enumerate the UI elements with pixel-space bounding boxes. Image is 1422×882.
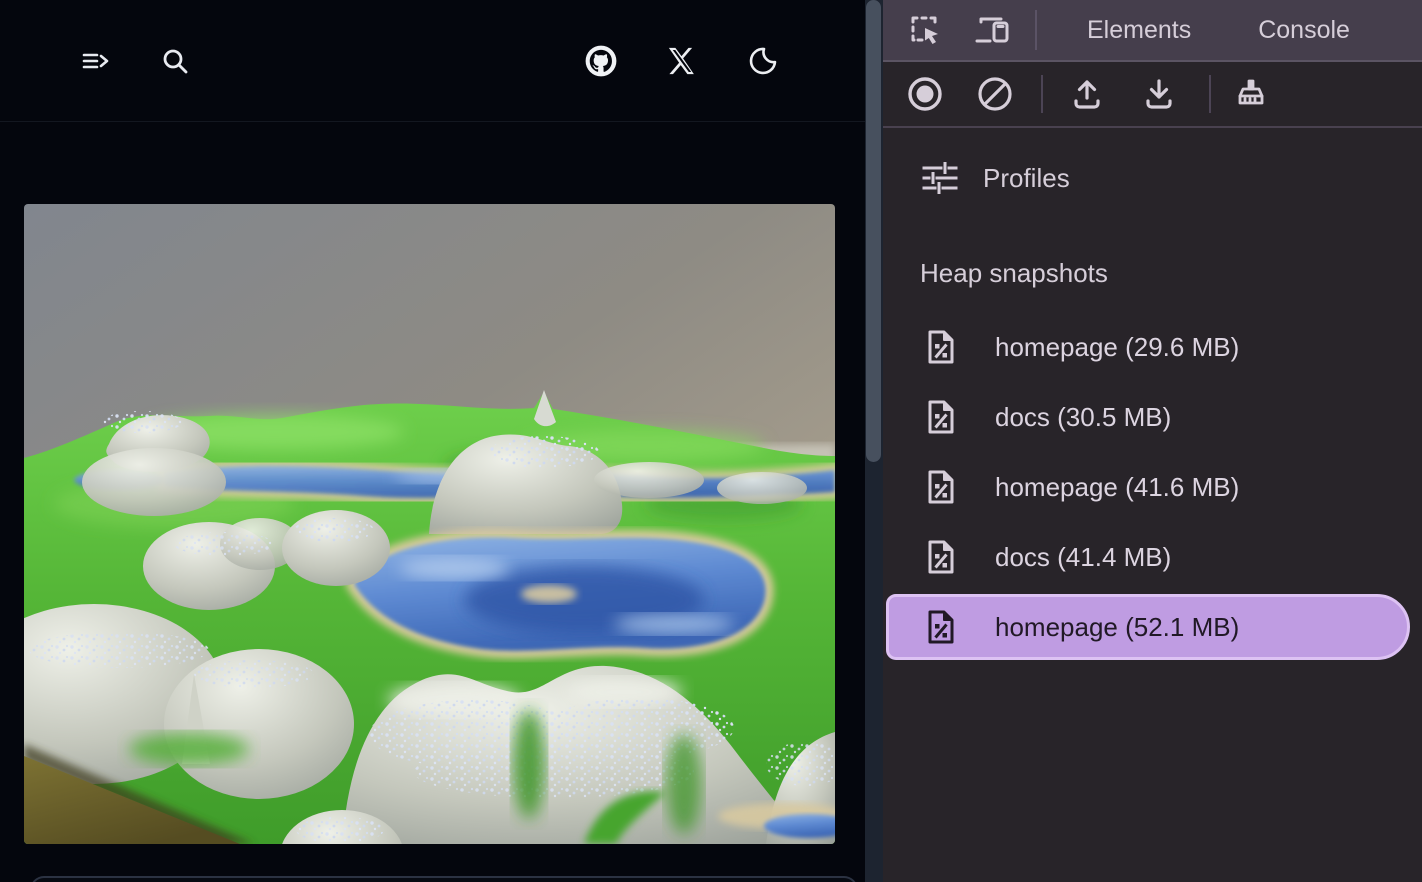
snapshot-label: docs (30.5 MB) <box>995 402 1171 433</box>
sidebar-item-profiles[interactable]: Profiles <box>883 150 1422 206</box>
heap-snapshot-row[interactable]: docs (30.5 MB) <box>883 382 1422 452</box>
code-block-card-top <box>30 876 858 882</box>
heap-snapshot-row[interactable]: homepage (29.6 MB) <box>883 312 1422 382</box>
page-top-nav <box>0 0 883 122</box>
snapshot-label: docs (41.4 MB) <box>995 542 1171 573</box>
github-icon[interactable] <box>584 44 618 78</box>
snapshot-file-icon <box>925 469 957 505</box>
snapshot-file-icon <box>925 329 957 365</box>
profiles-label: Profiles <box>983 163 1070 194</box>
devtools-tabbar: Elements Console <box>883 0 1422 62</box>
sidebar-menu-icon[interactable] <box>79 44 113 78</box>
tab-console[interactable]: Console <box>1258 16 1350 45</box>
heap-snapshot-list: homepage (29.6 MB) docs (30.5 MB) <box>883 312 1422 662</box>
terrain-3d-render <box>24 204 835 844</box>
clean-brush-icon[interactable] <box>1231 74 1271 114</box>
terrain-lake <box>354 537 766 650</box>
search-icon[interactable] <box>158 44 192 78</box>
web-page <box>0 0 883 882</box>
heap-snapshots-heading: Heap snapshots <box>920 258 1108 289</box>
page-scrollbar-thumb[interactable] <box>866 0 881 462</box>
terrain-illustration <box>24 204 835 844</box>
clear-icon[interactable] <box>975 74 1015 114</box>
screen: Elements Console <box>0 0 1422 882</box>
device-toolbar-icon[interactable] <box>973 10 1013 50</box>
snapshot-label: homepage (29.6 MB) <box>995 332 1239 363</box>
devtools-panel: Elements Console <box>883 0 1422 882</box>
dark-mode-moon-icon[interactable] <box>746 44 780 78</box>
tab-elements[interactable]: Elements <box>1087 16 1191 45</box>
heap-snapshot-row-selected[interactable]: homepage (52.1 MB) <box>886 594 1410 660</box>
terrain-snow-dome <box>282 510 390 586</box>
snapshot-file-icon <box>925 539 957 575</box>
page-scrollbar-track[interactable] <box>865 0 883 882</box>
tune-sliders-icon <box>921 161 959 195</box>
snapshot-label: homepage (52.1 MB) <box>995 612 1239 643</box>
heap-snapshot-row[interactable]: docs (41.4 MB) <box>883 522 1422 592</box>
snapshot-label: homepage (41.6 MB) <box>995 472 1239 503</box>
record-icon[interactable] <box>905 74 945 114</box>
inspect-element-icon[interactable] <box>905 10 945 50</box>
snapshot-file-icon <box>925 609 957 645</box>
heap-snapshot-row[interactable]: homepage (41.6 MB) <box>883 452 1422 522</box>
download-icon[interactable] <box>1139 74 1179 114</box>
devtools-toolbar <box>883 62 1422 128</box>
upload-icon[interactable] <box>1067 74 1107 114</box>
x-twitter-icon[interactable] <box>665 44 699 78</box>
snapshot-file-icon <box>925 399 957 435</box>
